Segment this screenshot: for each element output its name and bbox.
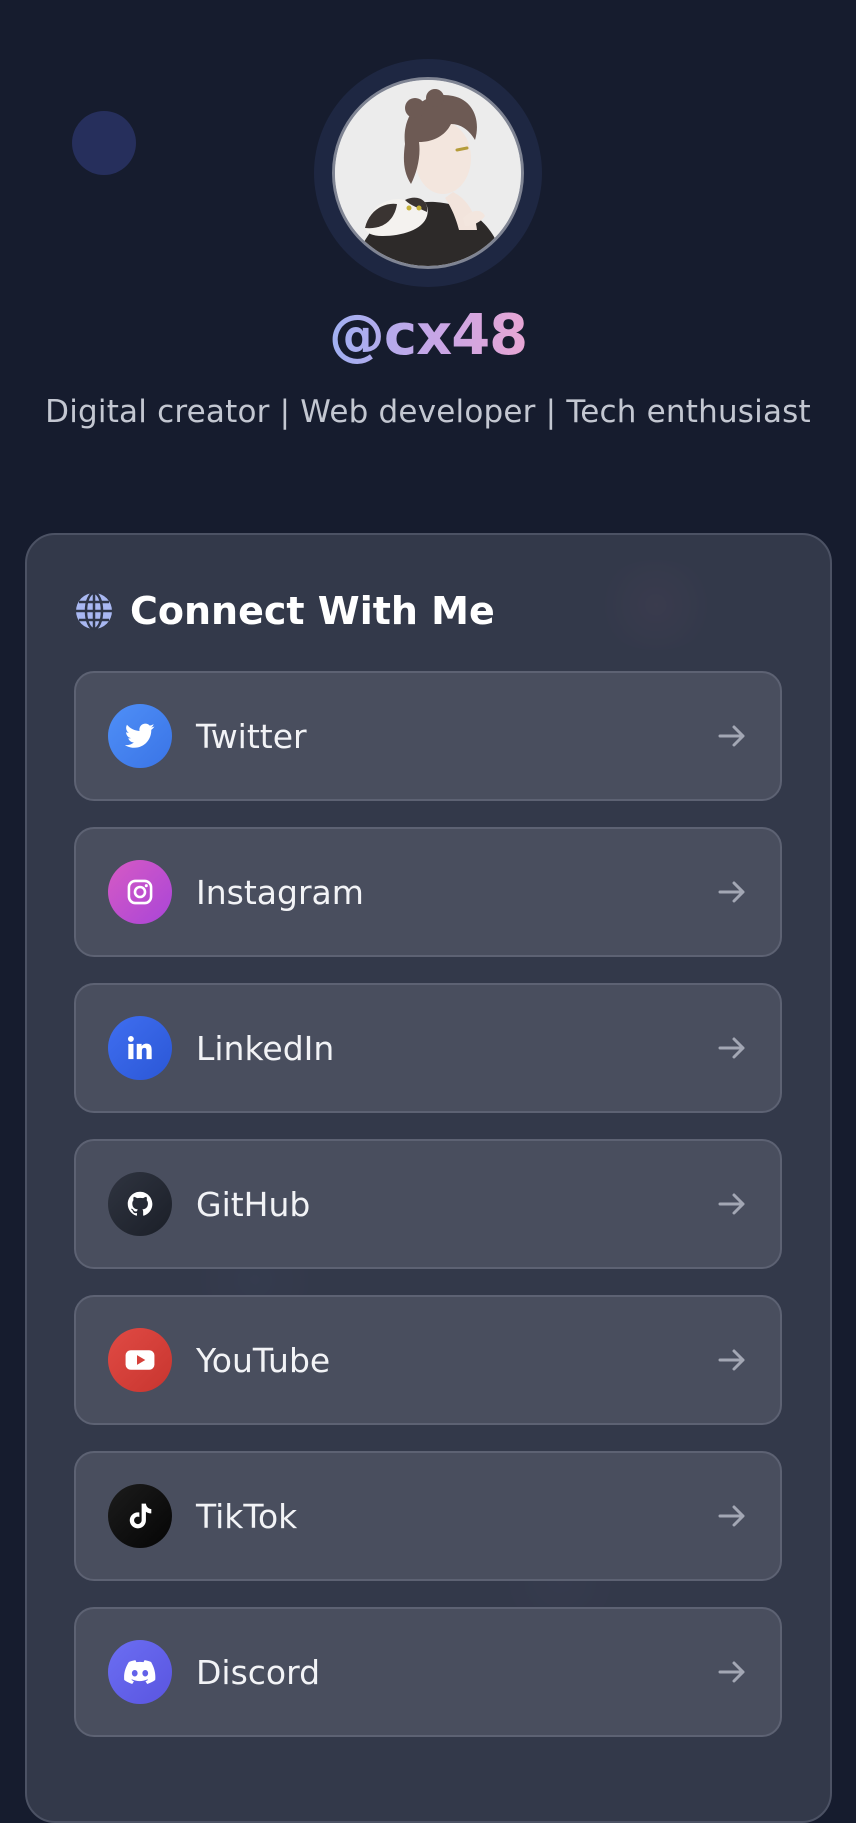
avatar	[332, 77, 524, 269]
card-header: Connect With Me	[74, 585, 495, 637]
youtube-icon	[125, 1350, 155, 1370]
link-tiktok[interactable]: TikTok	[74, 1451, 782, 1581]
discord-icon	[124, 1660, 156, 1684]
instagram-icon	[127, 879, 153, 905]
arrow-right-icon	[718, 1193, 745, 1215]
link-label: YouTube	[196, 1340, 331, 1380]
link-github[interactable]: GitHub	[74, 1139, 782, 1269]
arrow-right-icon	[718, 1661, 745, 1683]
link-label: Instagram	[196, 872, 364, 912]
arrow-right-icon	[718, 1349, 745, 1371]
arrow-right-icon	[718, 1037, 745, 1059]
arrow-right-icon	[718, 725, 745, 747]
link-label: TikTok	[196, 1496, 298, 1536]
arrow-right-icon	[718, 1505, 745, 1527]
instagram-icon-badge	[108, 860, 172, 924]
link-label: Twitter	[196, 716, 307, 756]
arrow-right-icon	[718, 881, 745, 903]
youtube-icon-badge	[108, 1328, 172, 1392]
avatar-illustration	[335, 80, 521, 266]
github-icon-badge	[108, 1172, 172, 1236]
twitter-icon	[125, 723, 155, 748]
link-label: GitHub	[196, 1184, 311, 1224]
link-youtube[interactable]: YouTube	[74, 1295, 782, 1425]
twitter-icon-badge	[108, 704, 172, 768]
profile-handle-text: @cx48	[328, 303, 528, 368]
card-title: Connect With Me	[130, 589, 495, 633]
github-icon	[127, 1191, 153, 1216]
background-decoration-dot	[72, 111, 136, 175]
social-links-list: Twitter Instagram LinkedIn GitHub YouTub…	[74, 671, 782, 1763]
profile-bio: Digital creator | Web developer | Tech e…	[45, 394, 811, 430]
link-label: Discord	[196, 1652, 321, 1692]
link-linkedin[interactable]: LinkedIn	[74, 983, 782, 1113]
tiktok-icon-badge	[108, 1484, 172, 1548]
link-twitter[interactable]: Twitter	[74, 671, 782, 801]
link-label: LinkedIn	[196, 1028, 335, 1068]
discord-icon-badge	[108, 1640, 172, 1704]
tiktok-icon	[129, 1503, 152, 1529]
profile-handle: @cx48	[0, 300, 856, 372]
link-discord[interactable]: Discord	[74, 1607, 782, 1737]
globe-icon	[76, 591, 112, 631]
linkedin-icon-badge	[108, 1016, 172, 1080]
link-instagram[interactable]: Instagram	[74, 827, 782, 957]
linkedin-icon	[127, 1035, 152, 1060]
